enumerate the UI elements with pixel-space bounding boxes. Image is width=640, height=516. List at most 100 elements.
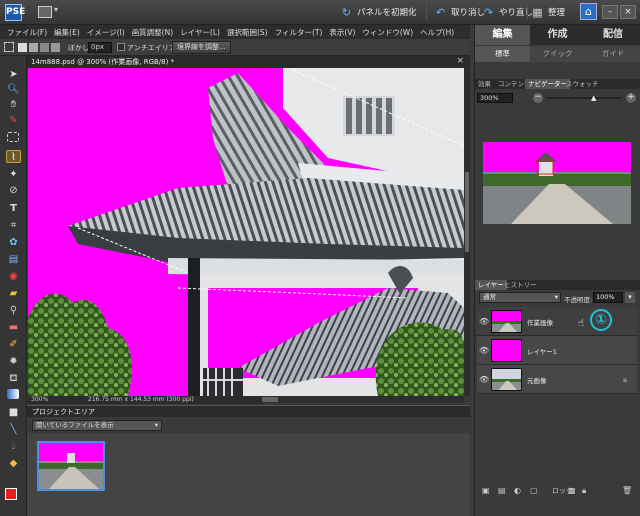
home-button[interactable]: ⌂ [580, 3, 597, 20]
image-canvas[interactable] [28, 68, 464, 396]
brush-tool-icon[interactable]: ✐ [6, 338, 21, 351]
scroll-thumb[interactable] [262, 397, 278, 402]
new-selection-icon[interactable] [18, 43, 27, 52]
foreground-color-swatch[interactable] [5, 488, 17, 500]
redo-button[interactable]: ↷ やり直し [482, 3, 533, 21]
intersect-selection-icon[interactable] [51, 43, 60, 52]
layer-row[interactable]: 👁︎ レイヤー1 [477, 336, 637, 365]
lock-all-icon[interactable]: 🔒︎ [582, 486, 586, 496]
subtab-guided[interactable]: ガイド [585, 46, 640, 62]
opacity-label: 不透明度: [564, 296, 593, 304]
healing-brush-tool-icon[interactable]: ▰ [6, 287, 21, 300]
visibility-eye-icon[interactable]: 👁︎ [479, 317, 489, 326]
lasso-tool-icon[interactable]: ⌇ [6, 150, 21, 163]
home-icon: ⌂ [585, 5, 592, 18]
menu-image[interactable]: イメージ(I) [87, 27, 125, 38]
cookie-cutter-tool-icon[interactable]: ✿ [6, 236, 21, 249]
chevron-down-icon[interactable]: ▾ [54, 5, 58, 14]
menu-help[interactable]: ヘルプ(H) [420, 27, 454, 38]
menu-edit[interactable]: 編集(E) [54, 27, 80, 38]
menu-layer[interactable]: レイヤー(L) [180, 27, 220, 38]
subtab-quick[interactable]: クイック [530, 46, 585, 62]
panel-tab-effects[interactable]: 効果 [475, 79, 494, 89]
adjustment-layer-icon[interactable]: ◐ [514, 486, 521, 495]
subtab-full[interactable]: 標準 [475, 46, 530, 62]
menu-file[interactable]: ファイル(F) [7, 27, 47, 38]
close-button[interactable]: × [620, 5, 636, 19]
tab-create[interactable]: 作成 [530, 25, 585, 45]
layer-row[interactable]: 👁︎ 作業画像 ☝︎ ① [477, 307, 637, 336]
minimize-button[interactable]: – [602, 5, 618, 19]
zoom-slider[interactable] [547, 97, 621, 99]
refine-edge-button[interactable]: 境界線を調整... [172, 41, 231, 54]
chevron-down-icon[interactable]: ▾ [625, 292, 635, 303]
visibility-eye-icon[interactable]: 👁︎ [479, 375, 489, 384]
clone-stamp-tool-icon[interactable]: ⚲ [6, 304, 21, 317]
workspace-icon[interactable] [38, 6, 52, 18]
feather-input[interactable]: 0px [88, 42, 112, 53]
zoom-level[interactable]: 300% [31, 396, 48, 403]
zoom-out-icon[interactable]: − [533, 93, 543, 103]
crop-tool-icon[interactable]: ⌗ [6, 219, 21, 232]
subtract-selection-icon[interactable] [40, 43, 49, 52]
menu-view[interactable]: 表示(V) [329, 27, 355, 38]
visibility-eye-icon[interactable]: 👁︎ [479, 346, 489, 355]
zoom-tool-icon[interactable]: 🔍︎ [6, 83, 21, 96]
panel-tab-swatches[interactable]: スウォッチ [563, 79, 602, 89]
blend-mode-select[interactable]: 通常 ▾ [479, 292, 561, 303]
chevron-down-icon: ▾ [154, 421, 158, 429]
layers-panel-tabs: レイヤー ヒストリー [475, 280, 640, 290]
rect-marquee-tool-icon[interactable] [7, 132, 19, 142]
navigator-zoom-input[interactable]: 300% [477, 93, 513, 103]
quick-select-tool-icon[interactable]: ⊘ [6, 184, 21, 197]
magic-wand-tool-icon[interactable]: ✦ [6, 168, 21, 181]
lock-transparency-icon[interactable]: ▩ [568, 486, 576, 495]
gradient-tool-icon[interactable] [7, 389, 19, 399]
horizontal-scrollbar[interactable] [262, 396, 464, 403]
vertical-scrollbar[interactable] [464, 68, 470, 396]
zoom-slider-handle[interactable]: ▲ [591, 94, 596, 102]
menu-bar: ファイル(F) 編集(E) イメージ(I) 画質調整(N) レイヤー(L) 選択… [0, 25, 470, 39]
red-eye-tool-icon[interactable]: ◉ [6, 270, 21, 283]
project-filter-select[interactable]: 開いているファイルを表示 ▾ [32, 420, 162, 431]
menu-filter[interactable]: フィルター(T) [275, 27, 323, 38]
menu-enhance[interactable]: 画質調整(N) [132, 27, 173, 38]
opacity-input[interactable]: 100% [593, 292, 623, 303]
layer-row[interactable]: 👁︎ 元画像 🔒︎ [477, 365, 637, 394]
move-tool-icon[interactable]: ➤ [6, 68, 21, 81]
panel-tab-history[interactable]: ヒストリー [501, 280, 540, 290]
hand-tool-icon[interactable]: ✋︎ [6, 98, 21, 111]
close-icon[interactable]: × [456, 56, 464, 66]
menu-window[interactable]: ウィンドウ(W) [362, 27, 413, 38]
paint-bucket-tool-icon[interactable]: ⛾ [6, 372, 21, 385]
document-tab[interactable]: 14m888.psd @ 300% (作業画像, RGB/8) * × [27, 56, 470, 68]
organize-button[interactable]: ▦ 整理 [531, 3, 565, 21]
menu-select[interactable]: 選択範囲(S) [227, 27, 268, 38]
shape-tool-icon[interactable]: ■ [6, 406, 21, 419]
zoom-in-icon[interactable]: + [626, 93, 636, 103]
scroll-thumb[interactable] [465, 172, 469, 252]
eyedropper-tool-icon[interactable]: ✎ [6, 114, 21, 127]
project-thumbnail[interactable] [37, 441, 105, 491]
project-filter-value: 開いているファイルを表示 [36, 421, 114, 429]
straighten-tool-icon[interactable]: ▤ [6, 253, 21, 266]
navigator-preview[interactable] [483, 142, 631, 224]
trash-icon[interactable]: 🗑︎ [622, 486, 632, 495]
antialias-checkbox[interactable] [117, 43, 125, 51]
tab-share[interactable]: 配信 [585, 25, 640, 45]
undo-button[interactable]: ↶ 取り消し [434, 3, 485, 21]
project-area-header[interactable]: プロジェクトエリア [27, 405, 470, 417]
new-layer-icon[interactable]: ▣ [482, 486, 490, 495]
eraser-tool-icon[interactable]: ▬ [6, 321, 21, 334]
reset-panels-button[interactable]: ↻ パネルを初期化 [340, 3, 417, 21]
sponge-tool-icon[interactable]: ◆ [6, 457, 21, 470]
add-selection-icon[interactable] [29, 43, 38, 52]
line-tool-icon[interactable]: ╲ [6, 423, 21, 436]
new-group-icon[interactable]: ▤ [498, 486, 506, 495]
smart-brush-tool-icon[interactable]: ✹ [6, 355, 21, 368]
marquee-tool-icon[interactable] [4, 42, 14, 52]
layer-mask-icon[interactable]: ▢ [530, 486, 538, 495]
type-tool-icon[interactable]: T [6, 202, 21, 215]
blur-tool-icon[interactable]: 💧︎ [6, 440, 21, 453]
tab-edit[interactable]: 編集 [475, 25, 530, 45]
